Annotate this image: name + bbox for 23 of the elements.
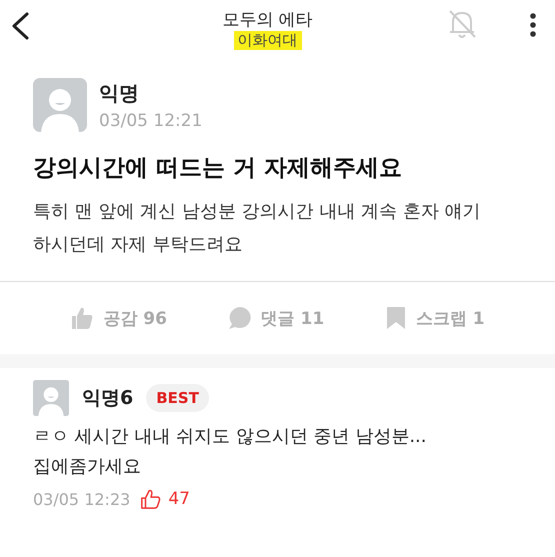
more-button[interactable] <box>529 12 537 38</box>
comment-time: 03/05 12:23 <box>33 490 130 508</box>
post-body: 특히 맨 앞에 계신 남성분 강의시간 내내 계속 혼자 얘기하시던데 자제 부탁드려요 <box>33 200 482 257</box>
thumbs-up-icon <box>140 488 162 510</box>
more-icon <box>529 12 537 38</box>
scrap-button[interactable]: 스크랩 1 <box>384 306 485 330</box>
author-name: 익명 <box>99 80 140 106</box>
like-count: 47 <box>168 489 190 509</box>
speech-bubble-icon <box>228 306 252 330</box>
like-button[interactable]: 공감 96 <box>70 306 167 330</box>
post-title: 강의시간에 떠드는 거 자제해주세요 <box>33 154 404 183</box>
avatar-icon <box>33 380 69 416</box>
bookmark-icon <box>384 306 407 330</box>
commenter-name: 익명6 <box>82 386 134 411</box>
school-name: 이화여대 <box>234 31 302 50</box>
board-title: 모두의 에타 <box>222 9 313 31</box>
thumbs-up-icon <box>70 306 94 330</box>
comment-text: ㄹㅇ 세시간 내내 쉬지도 않으시던 중년 남성분... 집에좀가세요 <box>33 425 428 479</box>
comment-button[interactable]: 댓글 11 <box>228 306 324 330</box>
back-icon <box>10 11 30 41</box>
best-badge: BEST <box>146 384 209 412</box>
avatar-icon <box>33 78 87 132</box>
post-time: 03/05 12:21 <box>99 110 202 130</box>
